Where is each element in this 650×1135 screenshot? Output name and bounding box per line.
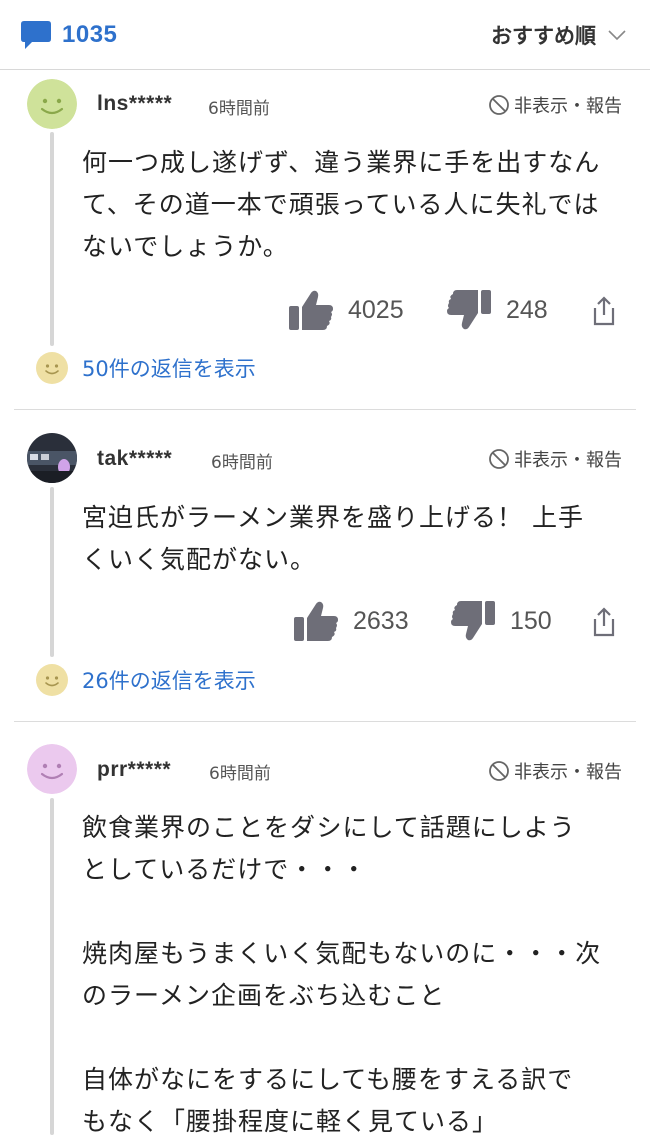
comment-actions: 2633 150: [0, 600, 650, 650]
chevron-down-icon: [608, 30, 626, 41]
thumbs-down-icon: [451, 601, 495, 641]
comment-line: て、その道一本で頑張っている人に失礼では: [82, 190, 600, 219]
like-count: 2633: [353, 606, 409, 635]
hide-report-button[interactable]: 非表示・報告: [488, 446, 622, 472]
like-count: 4025: [348, 295, 404, 324]
comment-line: 飲食業界のことをダシにして話題にしよう: [82, 813, 576, 842]
smiley-icon: [36, 664, 68, 696]
smiley-avatar-icon: [27, 79, 77, 129]
block-icon: [489, 761, 509, 781]
dislike-button[interactable]: 150: [450, 600, 552, 642]
timestamp: 6時間前: [211, 453, 273, 473]
comment-line: [82, 891, 627, 933]
thumbs-up-icon: [294, 601, 338, 641]
username[interactable]: prr*****: [97, 758, 171, 782]
hide-report-label: 非表示・報告: [514, 762, 622, 783]
avatar[interactable]: [27, 79, 77, 129]
show-replies-label: 50件の返信を表示: [82, 357, 256, 381]
thread-line: [50, 798, 54, 1135]
comment-count-group: 1035: [20, 20, 117, 50]
comment-line: としているだけで・・・: [82, 855, 368, 884]
comment-line: 宮迫氏がラーメン業界を盛り上げる！ 上手: [82, 503, 584, 532]
sort-label: おすすめ順: [491, 24, 596, 48]
comment-line: [82, 1017, 627, 1059]
block-icon: [489, 449, 509, 469]
timestamp: 6時間前: [208, 99, 270, 119]
avatar[interactable]: [27, 433, 77, 483]
timestamp: 6時間前: [209, 764, 271, 784]
dislike-count: 150: [510, 606, 552, 635]
share-icon[interactable]: [591, 295, 617, 327]
like-button[interactable]: 4025: [288, 289, 404, 331]
photo-avatar-icon: [27, 433, 77, 483]
comment-text: 飲食業界のことをダシにして話題にしよう としているだけで・・・ 焼肉屋もうまくい…: [82, 807, 627, 1135]
comment-line: くいく気配がない。: [82, 545, 317, 574]
dislike-count: 248: [506, 295, 548, 324]
hide-report-label: 非表示・報告: [514, 450, 622, 471]
comment-actions: 4025 248: [0, 289, 650, 339]
dislike-button[interactable]: 248: [446, 289, 548, 331]
smiley-avatar-icon: [27, 744, 77, 794]
comment-line: もなく「腰掛程度に軽く見ている」: [82, 1107, 499, 1135]
divider: [14, 409, 636, 410]
hide-report-label: 非表示・報告: [514, 96, 622, 117]
show-replies-link[interactable]: 50件の返信を表示: [36, 352, 256, 384]
sort-dropdown[interactable]: おすすめ順: [491, 20, 626, 50]
hide-report-button[interactable]: 非表示・報告: [488, 92, 622, 118]
comment-line: 何一つ成し遂げず、違う業界に手を出すなん: [82, 148, 601, 177]
comment-count: 1035: [62, 21, 118, 48]
thumbs-up-icon: [289, 290, 333, 330]
avatar[interactable]: [27, 744, 77, 794]
comment-line: 自体がなにをするにしても腰をすえる訳で: [82, 1065, 574, 1094]
share-icon[interactable]: [591, 606, 617, 638]
comments-header: 1035 おすすめ順: [0, 0, 650, 70]
block-icon: [489, 95, 509, 115]
username[interactable]: tak*****: [97, 447, 172, 471]
like-button[interactable]: 2633: [293, 600, 409, 642]
comment-line: のラーメン企画をぶち込むこと: [82, 981, 446, 1010]
hide-report-button[interactable]: 非表示・報告: [488, 758, 622, 784]
comment-text: 宮迫氏がラーメン業界を盛り上げる！ 上手 くいく気配がない。: [82, 497, 627, 581]
speech-bubble-icon: [21, 21, 51, 49]
comment-text: 何一つ成し遂げず、違う業界に手を出すなん て、その道一本で頑張っている人に失礼で…: [82, 142, 627, 268]
comment-line: ないでしょうか。: [82, 232, 289, 261]
show-replies-link[interactable]: 26件の返信を表示: [36, 664, 256, 696]
username[interactable]: lns*****: [97, 92, 172, 116]
show-replies-label: 26件の返信を表示: [82, 669, 256, 693]
smiley-icon: [36, 352, 68, 384]
comment-line: 焼肉屋もうまくいく気配もないのに・・・次: [82, 939, 602, 968]
divider: [14, 721, 636, 722]
thumbs-down-icon: [447, 290, 491, 330]
